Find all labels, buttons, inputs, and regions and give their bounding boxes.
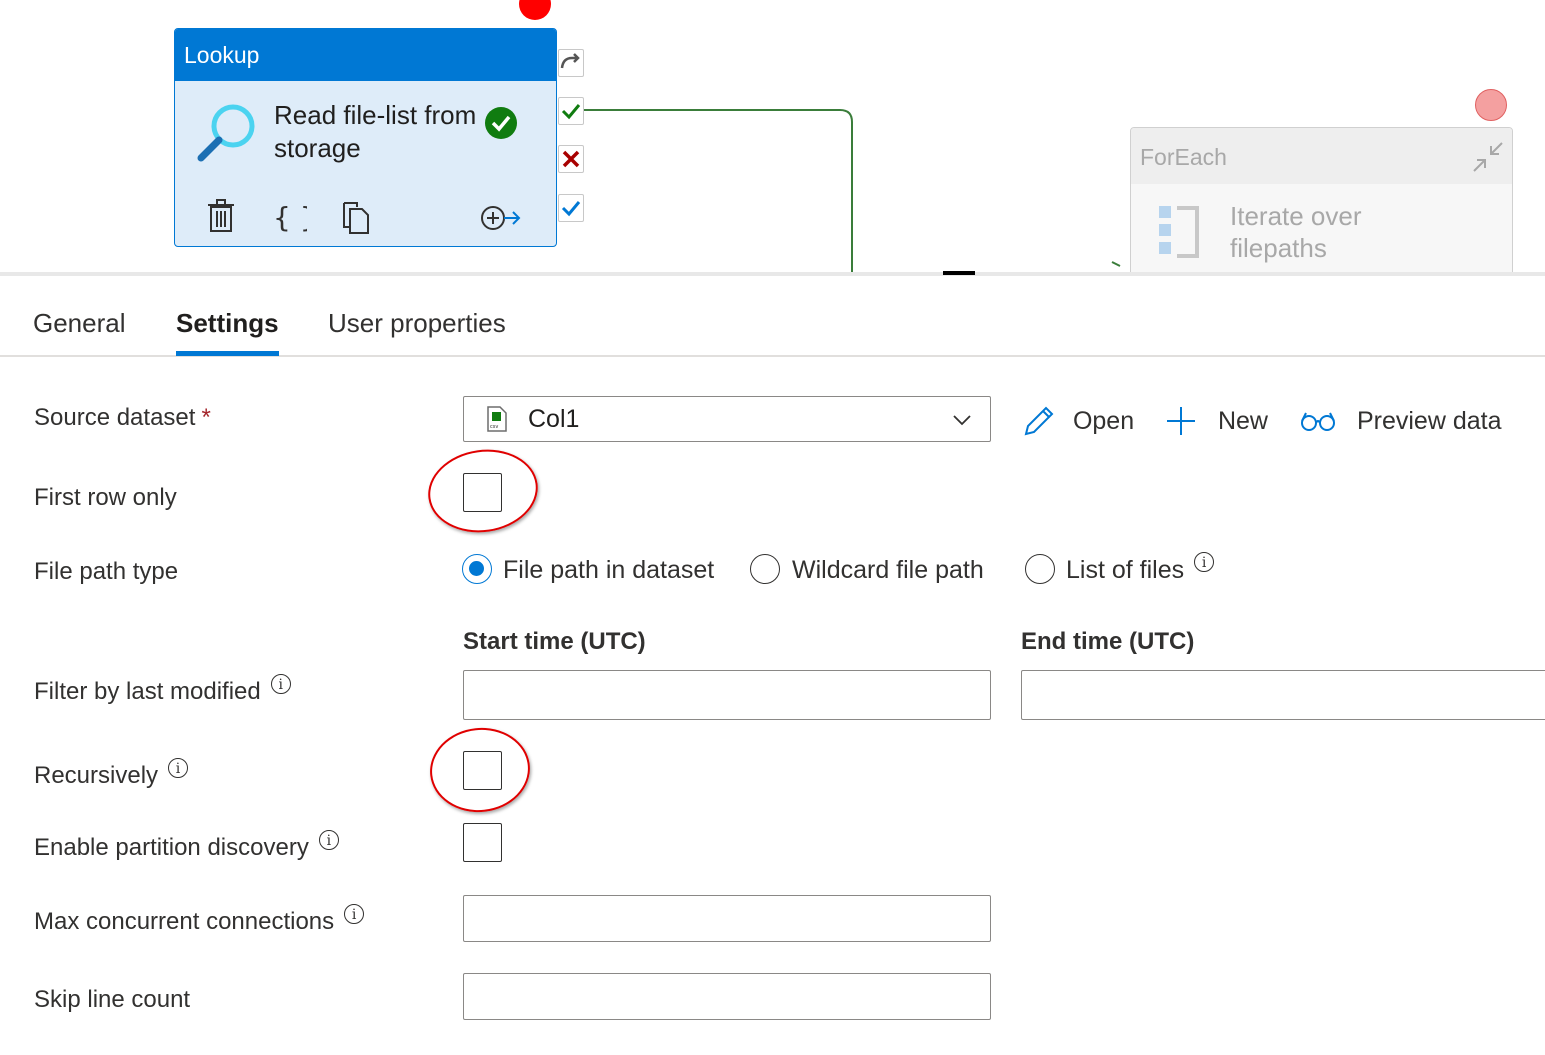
source-dataset-label: Source dataset * [34, 402, 211, 434]
enable-partition-discovery-text: Enable partition discovery [34, 834, 309, 861]
end-time-label: End time (UTC) [1021, 628, 1195, 655]
csv-file-icon: csv [487, 406, 507, 432]
start-time-label: Start time (UTC) [463, 628, 646, 655]
preview-data-button[interactable]: Preview data [1300, 402, 1501, 439]
max-concurrent-connections-text: Max concurrent connections [34, 908, 335, 935]
source-dataset-value: Col1 [528, 405, 580, 433]
tab-user-properties[interactable]: User properties [328, 306, 506, 340]
on-completion-port[interactable] [558, 194, 584, 222]
new-dataset-button[interactable]: New [1165, 402, 1268, 439]
lookup-activity-type: Lookup [175, 29, 556, 81]
radio-wildcard-file-path[interactable] [750, 554, 780, 584]
radio-file-path-in-dataset[interactable] [462, 554, 492, 584]
first-row-only-label: First row only [34, 484, 177, 511]
required-marker: * [201, 404, 211, 431]
end-time-input[interactable] [1021, 670, 1545, 720]
panel-divider[interactable] [0, 272, 1545, 276]
source-dataset-dropdown[interactable]: csv Col1 [463, 396, 991, 442]
start-time-input[interactable] [463, 670, 991, 720]
delete-icon[interactable] [207, 199, 235, 233]
plus-icon [1167, 407, 1195, 436]
collapse-icon[interactable] [1471, 140, 1505, 174]
list-of-files-text: List of files [1066, 556, 1185, 584]
source-dataset-label-text: Source dataset [34, 404, 196, 431]
pipeline-canvas[interactable]: Lookup Read file-list from storage { } [0, 0, 1545, 272]
radio-list-of-files[interactable] [1025, 554, 1055, 584]
panel-resize-handle[interactable] [943, 271, 975, 275]
recursively-text: Recursively [34, 762, 159, 789]
lookup-magnifier-icon [197, 104, 255, 162]
svg-text:csv: csv [490, 424, 498, 430]
radio-file-path-in-dataset-label[interactable]: File path in dataset [503, 554, 714, 586]
on-failure-port[interactable] [558, 145, 584, 173]
info-icon[interactable]: i [344, 904, 365, 924]
filter-by-last-modified-label: Filter by last modified i [34, 674, 291, 708]
chevron-down-icon [953, 415, 971, 426]
foreach-activity-name: Iterate over filepaths [1230, 201, 1362, 263]
glasses-icon [1301, 412, 1335, 432]
add-output-icon[interactable] [479, 203, 523, 233]
enable-partition-discovery-checkbox[interactable] [463, 823, 502, 862]
success-status-icon [485, 107, 517, 139]
max-concurrent-connections-input[interactable] [463, 895, 991, 942]
file-path-type-label: File path type [34, 558, 179, 585]
skip-line-count-input[interactable] [463, 973, 991, 1020]
recursively-label: Recursively i [34, 758, 189, 792]
lookup-activity-name: Read file-list from storage [274, 100, 477, 163]
foreach-activity-type: ForEach [1131, 128, 1512, 184]
code-braces-icon[interactable]: { } [273, 201, 307, 233]
tab-settings[interactable]: Settings [176, 306, 279, 340]
radio-list-of-files-label[interactable]: List of files i [1066, 552, 1215, 586]
tab-general[interactable]: General [33, 306, 126, 340]
info-icon[interactable]: i [270, 674, 291, 694]
pencil-icon [1024, 406, 1054, 436]
foreach-activity-card[interactable]: ForEach Iterate over filepaths [1130, 127, 1513, 272]
active-tab-indicator [176, 351, 279, 356]
skip-line-count-label: Skip line count [34, 986, 191, 1013]
info-icon[interactable]: i [318, 830, 339, 850]
svg-text:{ }: { } [273, 201, 307, 233]
open-label: Open [1072, 407, 1135, 436]
filter-by-last-modified-text: Filter by last modified [34, 678, 261, 705]
info-icon[interactable]: i [168, 758, 189, 778]
annotation-circle [425, 723, 535, 817]
new-label: New [1217, 407, 1268, 436]
open-dataset-button[interactable]: Open [1022, 402, 1134, 439]
preview-data-label: Preview data [1356, 407, 1502, 436]
on-skip-port[interactable] [558, 49, 584, 77]
max-concurrent-connections-label: Max concurrent connections i [34, 904, 365, 938]
enable-partition-discovery-label: Enable partition discovery i [34, 830, 339, 864]
on-success-port[interactable] [558, 97, 584, 125]
copy-icon[interactable] [341, 201, 373, 235]
lookup-activity-card[interactable]: Lookup Read file-list from storage { } [174, 28, 557, 247]
radio-wildcard-file-path-label[interactable]: Wildcard file path [792, 554, 984, 586]
annotation-circle [422, 442, 544, 540]
info-icon[interactable]: i [1194, 552, 1215, 572]
foreach-loop-icon [1159, 206, 1199, 258]
